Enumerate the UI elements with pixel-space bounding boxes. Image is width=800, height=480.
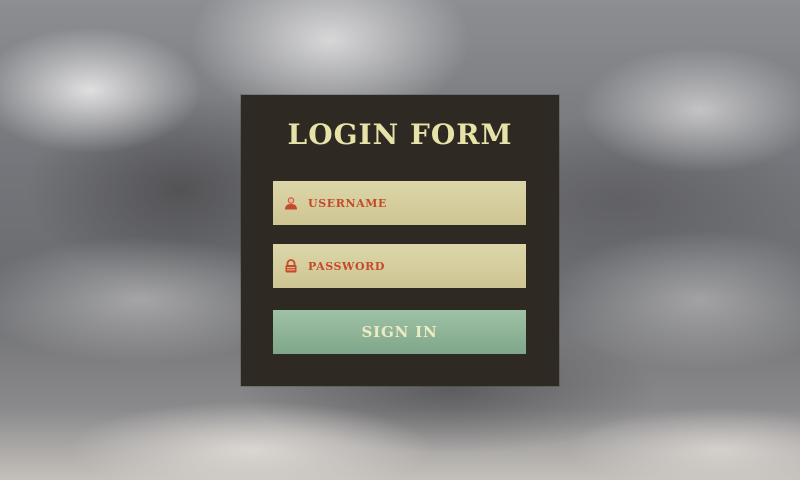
username-placeholder: USERNAME bbox=[308, 196, 388, 210]
user-icon bbox=[284, 196, 298, 210]
username-field[interactable]: USERNAME bbox=[273, 181, 526, 225]
form-title: LOGIN FORM bbox=[287, 118, 513, 151]
password-placeholder: PASSWORD bbox=[308, 259, 386, 273]
sign-in-button[interactable]: SIGN IN bbox=[273, 310, 526, 354]
password-field[interactable]: PASSWORD bbox=[273, 244, 526, 288]
lock-icon bbox=[284, 259, 298, 273]
